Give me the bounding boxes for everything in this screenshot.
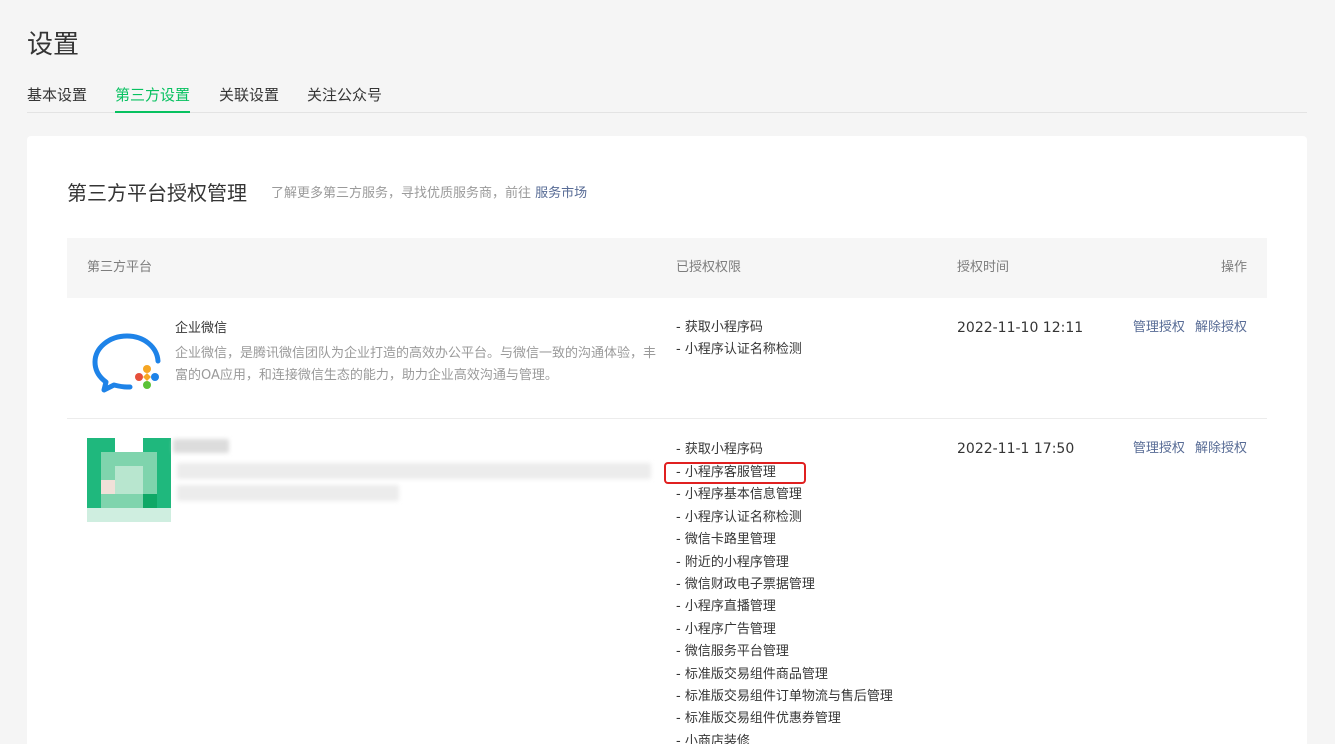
permission-list: - 获取小程序码 - 小程序认证名称检测 xyxy=(676,317,802,362)
manage-auth-button[interactable]: 管理授权 xyxy=(1133,320,1185,335)
settings-page: 设置 基本设置 第三方设置 关联设置 关注公众号 第三方平台授权管理 了解更多第… xyxy=(0,0,1335,744)
table-row: 企业微信 企业微信，是腾讯微信团队为企业打造的高效办公平台。与微信一致的沟通体验… xyxy=(67,298,1267,419)
blurred-app-name xyxy=(173,439,229,453)
auth-time: 2022-11-1 17:50 xyxy=(957,441,1075,457)
permission-item-highlighted: - 小程序客服管理 xyxy=(664,462,806,485)
manage-auth-button[interactable]: 管理授权 xyxy=(1133,441,1185,456)
permission-item: - 微信服务平台管理 xyxy=(676,644,789,660)
blurred-app-description xyxy=(177,463,651,479)
settings-tabs: 基本设置 第三方设置 关联设置 关注公众号 xyxy=(27,84,1307,113)
app-name: 企业微信 xyxy=(175,321,228,336)
permission-item: - 标准版交易组件商品管理 xyxy=(676,666,828,682)
blurred-app-description xyxy=(177,485,399,501)
table-header: 第三方平台 已授权权限 授权时间 操作 xyxy=(67,238,1267,298)
auth-time: 2022-11-10 12:11 xyxy=(957,320,1084,336)
tab-follow-official-account[interactable]: 关注公众号 xyxy=(307,84,382,106)
permission-item: - 微信卡路里管理 xyxy=(676,532,776,548)
app-description: 企业微信，是腾讯微信团队为企业打造的高效办公平台。与微信一致的沟通体验，丰富的O… xyxy=(175,346,657,383)
permission-item: - 小程序认证名称检测 xyxy=(676,509,802,525)
row-actions: 管理授权 解除授权 xyxy=(1127,318,1247,338)
row-actions: 管理授权 解除授权 xyxy=(1127,439,1247,459)
header-platform: 第三方平台 xyxy=(87,260,153,275)
tab-related-settings[interactable]: 关联设置 xyxy=(219,84,279,106)
tab-third-party-settings[interactable]: 第三方设置 xyxy=(115,84,191,113)
tab-basic-settings[interactable]: 基本设置 xyxy=(27,84,87,106)
permission-item: - 获取小程序码 xyxy=(676,442,763,457)
revoke-auth-button[interactable]: 解除授权 xyxy=(1195,320,1247,335)
section-description-text: 了解更多第三方服务，寻找优质服务商，前往 xyxy=(271,186,536,201)
permission-item: - 小商店装修 xyxy=(676,733,750,744)
header-auth-time: 授权时间 xyxy=(957,260,1010,275)
header-action: 操作 xyxy=(1220,260,1247,275)
permission-item: - 获取小程序码 xyxy=(676,320,763,335)
permission-item: - 微信财政电子票据管理 xyxy=(676,577,815,593)
permission-item: - 小程序认证名称检测 xyxy=(676,342,802,358)
permission-item: - 小程序广告管理 xyxy=(676,621,776,637)
permission-item: - 标准版交易组件优惠券管理 xyxy=(676,711,841,727)
wecom-logo-icon xyxy=(87,322,171,406)
page-title: 设置 xyxy=(27,30,80,60)
revoke-auth-button[interactable]: 解除授权 xyxy=(1195,441,1247,456)
service-market-link[interactable]: 服务市场 xyxy=(535,186,587,201)
section-description: 了解更多第三方服务，寻找优质服务商，前往 服务市场 xyxy=(271,184,587,204)
permission-item: - 小程序直播管理 xyxy=(676,599,776,615)
blurred-logo-icon xyxy=(87,438,171,522)
permission-item: - 附近的小程序管理 xyxy=(676,554,789,570)
header-permissions: 已授权权限 xyxy=(676,260,742,275)
section-title: 第三方平台授权管理 xyxy=(67,181,247,205)
table-row: - 获取小程序码 - 小程序客服管理 - 小程序基本信息管理 - 小程序认证名称… xyxy=(67,419,1267,744)
permission-item: - 小程序基本信息管理 xyxy=(676,487,802,503)
permission-list: - 获取小程序码 - 小程序客服管理 - 小程序基本信息管理 - 小程序认证名称… xyxy=(664,439,893,744)
permission-item: - 标准版交易组件订单物流与售后管理 xyxy=(676,689,893,705)
third-party-auth-card: 第三方平台授权管理 了解更多第三方服务，寻找优质服务商，前往 服务市场 第三方平… xyxy=(27,136,1307,744)
